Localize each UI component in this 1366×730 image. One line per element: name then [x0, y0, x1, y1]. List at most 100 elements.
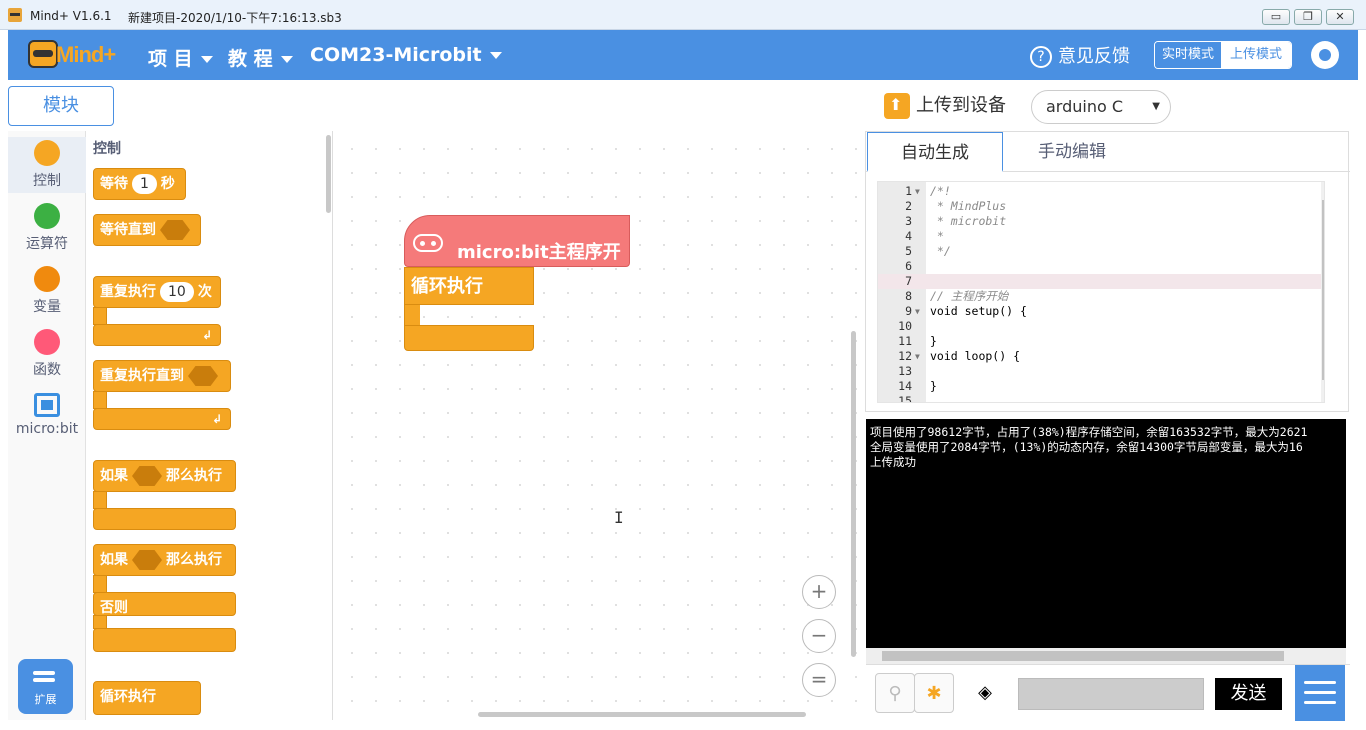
- eraser-icon[interactable]: ◈: [966, 673, 1004, 713]
- block-text: 循环执行: [100, 689, 156, 705]
- code-line[interactable]: 4 *: [878, 229, 1321, 244]
- editor-scrollbar[interactable]: [1321, 182, 1324, 402]
- window-title-bar: Mind+ V1.6.1 新建项目-2020/1/10-下午7:16:13.sb…: [0, 0, 1366, 30]
- block-text: 那么执行: [166, 468, 222, 484]
- help-icon: ?: [1030, 46, 1052, 68]
- upload-mode-button[interactable]: 上传模式: [1221, 42, 1291, 68]
- tab-auto-generate[interactable]: 自动生成: [867, 132, 1003, 172]
- code-line[interactable]: 12 ▼ void loop() {: [878, 349, 1321, 364]
- condition-slot: [160, 220, 190, 240]
- line-number: 9: [905, 304, 912, 318]
- workspace-vertical-scrollbar[interactable]: [851, 331, 856, 657]
- category-variables[interactable]: 变量: [8, 266, 86, 316]
- code-line[interactable]: 1 ▼ /*!: [878, 184, 1321, 199]
- block-repeat-until[interactable]: 重复执行直到: [93, 360, 231, 392]
- wait-seconds-input[interactable]: 1: [132, 174, 157, 194]
- tab-blocks[interactable]: 模块: [8, 86, 114, 126]
- block-text: 秒: [160, 176, 175, 192]
- block-forever[interactable]: 循环执行: [93, 681, 201, 715]
- block-if-arm: [93, 491, 107, 509]
- mindplus-app-icon: [8, 8, 22, 22]
- robot-logo-icon: [28, 40, 58, 68]
- functions-dot-icon: [34, 329, 60, 355]
- fold-toggle-icon[interactable]: ▼: [915, 349, 920, 364]
- block-repeat[interactable]: 重复执行 10 次: [93, 276, 221, 308]
- close-button[interactable]: ✕: [1326, 9, 1354, 25]
- menu-project-label: 项 目: [148, 48, 193, 70]
- category-operators[interactable]: 运算符: [8, 203, 86, 253]
- code-line[interactable]: 5 */: [878, 244, 1321, 259]
- code-line[interactable]: 8 // 主程序开始: [878, 289, 1321, 304]
- extension-label: 扩展: [34, 693, 57, 706]
- console-line: 项目使用了98612字节，占用了(38%)程序存储空间，余留163532字节，最…: [870, 425, 1308, 439]
- menu-project[interactable]: 项 目: [148, 44, 213, 71]
- loop-arrow-icon: ↲: [212, 412, 223, 426]
- code-line[interactable]: 15: [878, 394, 1321, 402]
- zoom-out-button[interactable]: −: [802, 619, 836, 653]
- editor-scroll-thumb[interactable]: [1322, 200, 1324, 380]
- category-control[interactable]: 控制: [8, 137, 86, 193]
- usb-connect-icon[interactable]: ⚲: [875, 673, 915, 713]
- code-editor[interactable]: 1 ▼/*! 2 * MindPlus 3 * microbit 4 * 5 */6 7 8/…: [877, 181, 1325, 403]
- block-if-then[interactable]: 如果 那么执行: [93, 460, 236, 492]
- fold-toggle-icon[interactable]: ▼: [915, 184, 920, 199]
- serial-input[interactable]: [1018, 678, 1204, 710]
- console-horizontal-scrollbar[interactable]: [866, 648, 1346, 664]
- repeat-count-input[interactable]: 10: [160, 282, 194, 302]
- console-line: 上传成功: [870, 455, 916, 469]
- block-wait[interactable]: 等待 1 秒: [93, 168, 186, 200]
- block-text: 次: [197, 284, 212, 300]
- block-wait-until[interactable]: 等待直到: [93, 214, 201, 246]
- code-line[interactable]: 6: [878, 259, 1321, 274]
- code-line[interactable]: 7: [878, 274, 1321, 289]
- forever-block-arm: [404, 305, 420, 325]
- category-functions[interactable]: 函数: [8, 329, 86, 379]
- realtime-mode-button[interactable]: 实时模式: [1155, 42, 1221, 68]
- menu-tutorial[interactable]: 教 程: [228, 44, 293, 71]
- code-line[interactable]: 2 * MindPlus: [878, 199, 1321, 214]
- extension-button[interactable]: 扩展: [18, 659, 73, 714]
- palette-scrollbar[interactable]: [326, 135, 331, 213]
- code-text: * MindPlus: [930, 199, 1007, 213]
- gear-icon[interactable]: [1311, 41, 1339, 69]
- restore-button[interactable]: ❐: [1294, 9, 1322, 25]
- category-microbit[interactable]: micro:bit: [8, 393, 86, 437]
- tab-manual-edit[interactable]: 手动编辑: [1004, 132, 1140, 172]
- code-panel: 自动生成 手动编辑 1 ▼/*! 2 * MindPlus 3 * microbit 4…: [865, 131, 1350, 412]
- zoom-reset-button[interactable]: =: [802, 663, 836, 697]
- menu-icon-line: [1304, 681, 1336, 684]
- code-line[interactable]: 11}: [878, 334, 1321, 349]
- menu-bar: Mind+ 项 目 教 程 COM23-Microbit ? 意见反馈 实时模式 …: [8, 30, 1358, 80]
- forever-block[interactable]: 循环执行: [404, 267, 534, 305]
- microbit-icon: [413, 234, 443, 252]
- code-line[interactable]: 3 * microbit: [878, 214, 1321, 229]
- minimize-button[interactable]: ▭: [1262, 9, 1290, 25]
- send-button[interactable]: 发送: [1215, 678, 1282, 710]
- feedback-button[interactable]: ? 意见反馈: [1030, 42, 1130, 68]
- code-line[interactable]: 14}: [878, 379, 1321, 394]
- block-text: 等待: [100, 176, 128, 192]
- code-text: /*!: [930, 184, 951, 198]
- code-line[interactable]: 9 ▼ void setup() {: [878, 304, 1321, 319]
- upload-to-device-button[interactable]: 上传到设备: [884, 91, 1006, 119]
- upload-label: 上传到设备: [916, 95, 1006, 116]
- script-workspace[interactable]: micro:bit主程序开始 循环执行 I + − =: [334, 131, 858, 720]
- line-number: 4: [905, 229, 912, 243]
- code-text: * microbit: [930, 214, 1007, 228]
- console-scroll-thumb[interactable]: [882, 651, 1284, 661]
- block-if-foot: [93, 508, 236, 530]
- code-line[interactable]: 13: [878, 364, 1321, 379]
- line-number: 11: [898, 334, 912, 348]
- language-select[interactable]: arduino C ▼: [1031, 90, 1171, 124]
- block-text: 重复执行: [100, 284, 156, 300]
- microbit-main-hat-block[interactable]: micro:bit主程序开始: [404, 215, 630, 289]
- usb-disconnect-icon[interactable]: ✱: [914, 673, 954, 713]
- code-line[interactable]: 10: [878, 319, 1321, 334]
- menu-icon[interactable]: [1295, 665, 1345, 721]
- fold-toggle-icon[interactable]: ▼: [915, 304, 920, 319]
- workspace-horizontal-scrollbar[interactable]: [478, 712, 806, 717]
- block-if-else[interactable]: 如果 那么执行: [93, 544, 236, 576]
- zoom-in-button[interactable]: +: [802, 575, 836, 609]
- forever-block-label: 循环执行: [411, 276, 483, 297]
- menu-device-port[interactable]: COM23-Microbit: [310, 44, 502, 66]
